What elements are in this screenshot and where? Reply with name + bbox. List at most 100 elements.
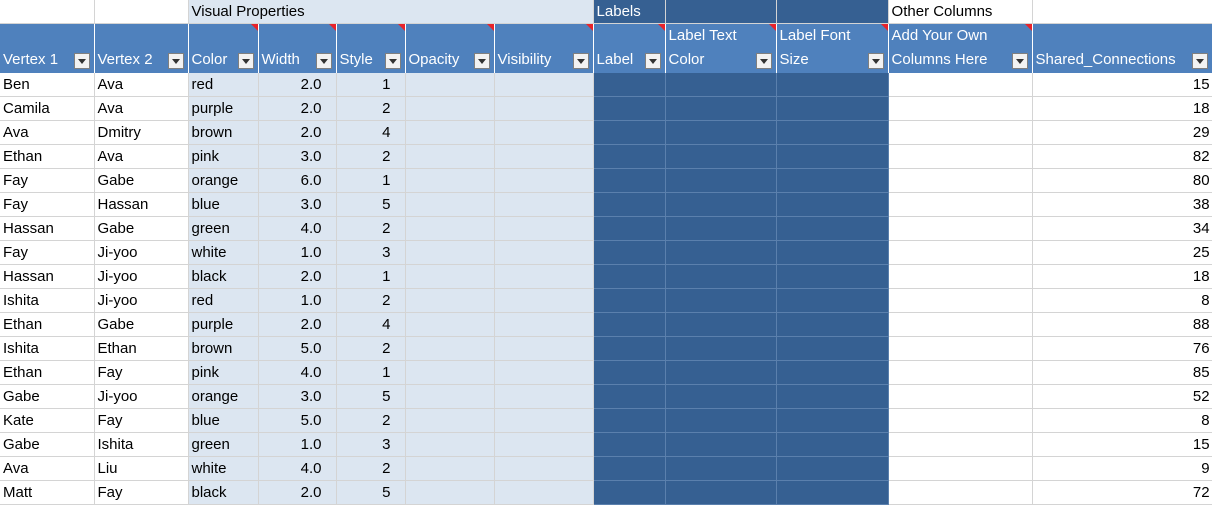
cell-vertex-1[interactable]: Matt (0, 480, 95, 505)
cell-vertex-2[interactable]: Liu (94, 456, 189, 481)
cell-opacity[interactable] (405, 96, 495, 121)
cell-opacity[interactable] (405, 384, 495, 409)
cell-style[interactable]: 5 (336, 480, 406, 505)
cell-add-your-own-columns[interactable] (888, 312, 1033, 337)
cell-vertex-1[interactable]: Hassan (0, 216, 95, 241)
cell-vertex-2[interactable]: Ava (94, 144, 189, 169)
cell-label-text-color[interactable] (665, 168, 777, 193)
cell-width[interactable]: 4.0 (258, 360, 337, 385)
cell-visibility[interactable] (494, 480, 594, 505)
cell-add-your-own-columns[interactable] (888, 96, 1033, 121)
cell-width[interactable]: 1.0 (258, 288, 337, 313)
cell-style[interactable]: 2 (336, 288, 406, 313)
cell-label[interactable] (593, 264, 666, 289)
cell-add-your-own-columns[interactable] (888, 168, 1033, 193)
cell-width[interactable]: 2.0 (258, 312, 337, 337)
cell-visibility[interactable] (494, 72, 594, 97)
cell-vertex-1[interactable]: Kate (0, 408, 95, 433)
cell-label-font-size[interactable] (776, 312, 889, 337)
cell-label-text-color[interactable] (665, 72, 777, 97)
cell-vertex-2[interactable]: Ava (94, 96, 189, 121)
header-label-font-size[interactable]: Label Font Size (776, 23, 889, 73)
cell-shared-connections[interactable]: 15 (1032, 432, 1212, 457)
cell-style[interactable]: 2 (336, 96, 406, 121)
filter-dropdown-icon[interactable] (384, 52, 401, 69)
cell-add-your-own-columns[interactable] (888, 288, 1033, 313)
cell-label-text-color[interactable] (665, 456, 777, 481)
cell-label-font-size[interactable] (776, 456, 889, 481)
group-visual-properties[interactable]: Visual Properties (188, 0, 594, 24)
cell-opacity[interactable] (405, 120, 495, 145)
cell-color[interactable]: red (188, 72, 259, 97)
cell-label-font-size[interactable] (776, 480, 889, 505)
cell-vertex-1[interactable]: Hassan (0, 264, 95, 289)
header-style[interactable]: Style (336, 23, 406, 73)
cell-opacity[interactable] (405, 312, 495, 337)
cell-color[interactable]: purple (188, 96, 259, 121)
cell-opacity[interactable] (405, 72, 495, 97)
cell-color[interactable]: orange (188, 168, 259, 193)
cell-add-your-own-columns[interactable] (888, 192, 1033, 217)
cell-label-text-color[interactable] (665, 312, 777, 337)
cell-label-font-size[interactable] (776, 144, 889, 169)
header-visibility[interactable]: Visibility (494, 23, 594, 73)
cell-label-text-color[interactable] (665, 360, 777, 385)
cell-label-font-size[interactable] (776, 72, 889, 97)
cell-label-text-color[interactable] (665, 336, 777, 361)
cell-vertex-1[interactable]: Ishita (0, 288, 95, 313)
cell-label-text-color[interactable] (665, 120, 777, 145)
cell-label[interactable] (593, 456, 666, 481)
cell-vertex-1[interactable]: Gabe (0, 384, 95, 409)
cell-vertex-1[interactable]: Ethan (0, 312, 95, 337)
cell-visibility[interactable] (494, 240, 594, 265)
cell-width[interactable]: 3.0 (258, 144, 337, 169)
filter-dropdown-icon[interactable] (1191, 52, 1208, 69)
cell-opacity[interactable] (405, 336, 495, 361)
cell-visibility[interactable] (494, 288, 594, 313)
cell-style[interactable]: 2 (336, 144, 406, 169)
cell-label-font-size[interactable] (776, 240, 889, 265)
filter-dropdown-icon[interactable] (473, 52, 490, 69)
filter-dropdown-icon[interactable] (644, 52, 661, 69)
group-cell-blank[interactable] (1032, 0, 1212, 24)
cell-opacity[interactable] (405, 408, 495, 433)
filter-dropdown-icon[interactable] (867, 52, 884, 69)
cell-vertex-1[interactable]: Ava (0, 456, 95, 481)
cell-label-text-color[interactable] (665, 240, 777, 265)
header-add-your-own-columns[interactable]: Add Your Own Columns Here (888, 23, 1033, 73)
cell-width[interactable]: 2.0 (258, 264, 337, 289)
cell-label-font-size[interactable] (776, 192, 889, 217)
cell-shared-connections[interactable]: 88 (1032, 312, 1212, 337)
cell-shared-connections[interactable]: 38 (1032, 192, 1212, 217)
cell-add-your-own-columns[interactable] (888, 216, 1033, 241)
cell-color[interactable]: green (188, 216, 259, 241)
cell-color[interactable]: white (188, 456, 259, 481)
cell-opacity[interactable] (405, 432, 495, 457)
cell-width[interactable]: 2.0 (258, 480, 337, 505)
cell-shared-connections[interactable]: 18 (1032, 264, 1212, 289)
cell-visibility[interactable] (494, 120, 594, 145)
cell-shared-connections[interactable]: 80 (1032, 168, 1212, 193)
cell-width[interactable]: 2.0 (258, 96, 337, 121)
cell-style[interactable]: 2 (336, 336, 406, 361)
cell-label-text-color[interactable] (665, 408, 777, 433)
cell-opacity[interactable] (405, 480, 495, 505)
header-shared-connections[interactable]: Shared_Connections (1032, 23, 1212, 73)
cell-shared-connections[interactable]: 82 (1032, 144, 1212, 169)
cell-vertex-1[interactable]: Camila (0, 96, 95, 121)
cell-visibility[interactable] (494, 216, 594, 241)
cell-add-your-own-columns[interactable] (888, 408, 1033, 433)
group-labels-fill[interactable] (665, 0, 777, 24)
header-color[interactable]: Color (188, 23, 259, 73)
cell-vertex-2[interactable]: Hassan (94, 192, 189, 217)
cell-add-your-own-columns[interactable] (888, 240, 1033, 265)
cell-vertex-2[interactable]: Ji-yoo (94, 288, 189, 313)
cell-visibility[interactable] (494, 456, 594, 481)
cell-visibility[interactable] (494, 192, 594, 217)
cell-vertex-2[interactable]: Ji-yoo (94, 384, 189, 409)
group-cell-blank[interactable] (0, 0, 95, 24)
cell-visibility[interactable] (494, 96, 594, 121)
cell-vertex-2[interactable]: Fay (94, 360, 189, 385)
cell-label-font-size[interactable] (776, 168, 889, 193)
cell-color[interactable]: brown (188, 120, 259, 145)
